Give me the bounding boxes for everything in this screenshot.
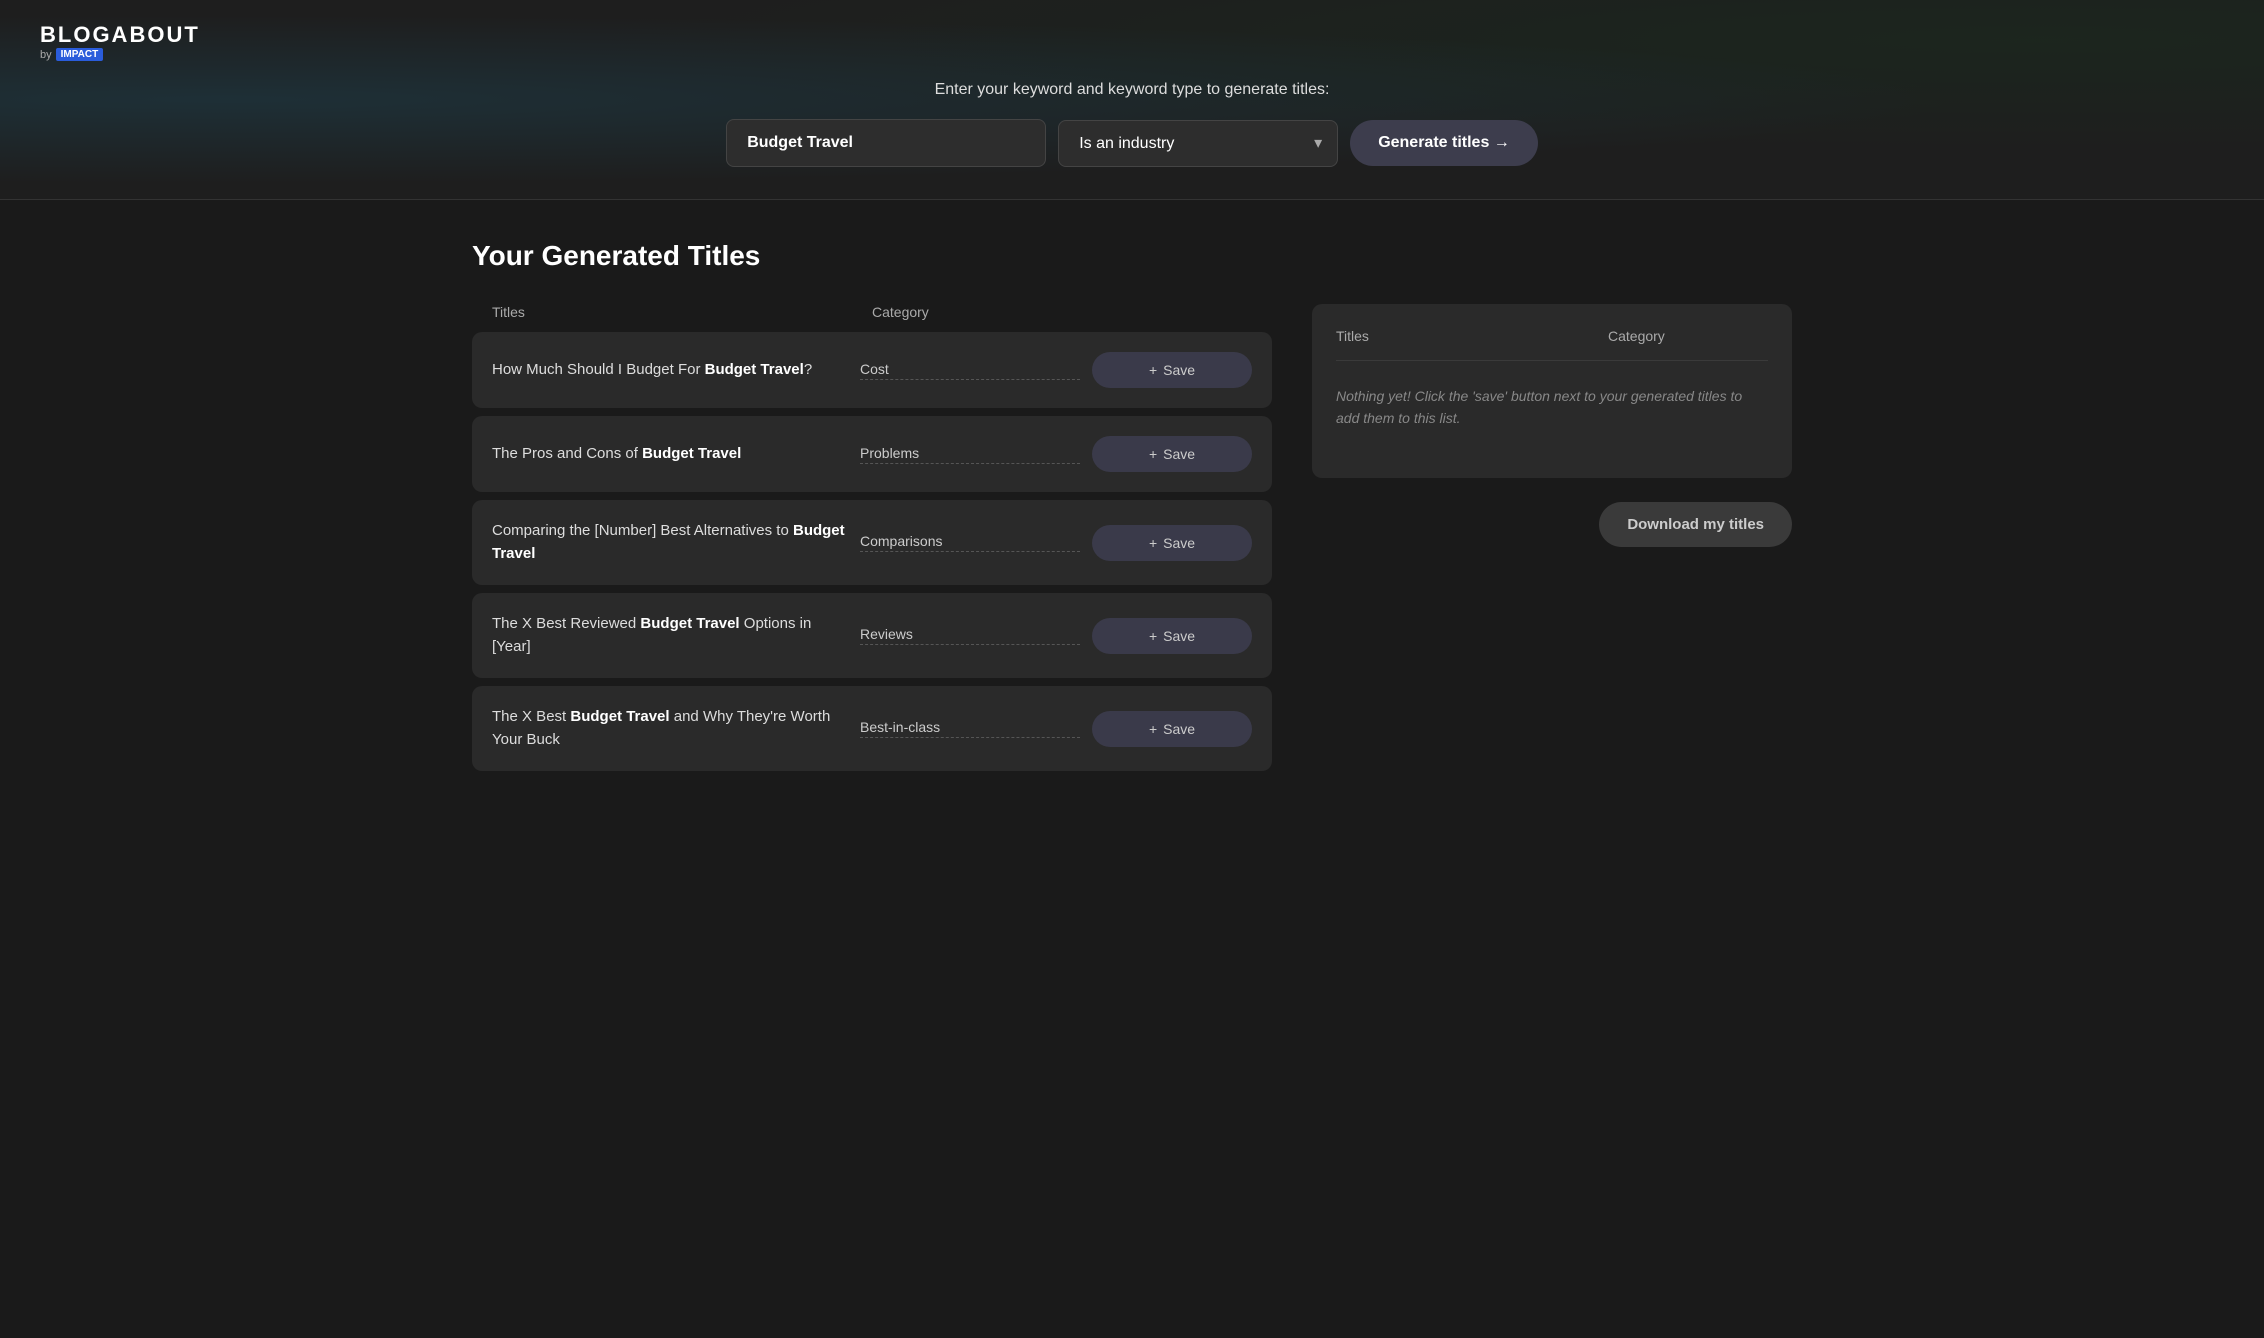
title-text-3: Comparing the [Number] Best Alternatives… [492,520,848,565]
keyword-type-select[interactable]: Is an industry Is a topic Is a person Is… [1058,120,1338,167]
table-row: The X Best Reviewed Budget Travel Option… [472,593,1272,678]
saved-empty-message: Nothing yet! Click the 'save' button nex… [1336,361,1768,454]
save-icon-5: + [1149,721,1157,737]
saved-column-headers: Titles Category [1336,328,1768,361]
save-icon-4: + [1149,628,1157,644]
table-row: Comparing the [Number] Best Alternatives… [472,500,1272,585]
category-label-5: Best-in-class [860,719,1080,738]
save-button-1[interactable]: + Save [1092,352,1252,388]
keyword-input[interactable] [726,119,1046,167]
save-icon-2: + [1149,446,1157,462]
col-header-titles: Titles [492,304,872,320]
download-button-label: Download my titles [1627,516,1764,533]
download-button[interactable]: Download my titles [1599,502,1792,547]
title-text-5: The X Best Budget Travel and Why They're… [492,706,848,751]
logo-name: BLOGABOUT [40,24,2224,46]
section-title: Your Generated Titles [472,240,1792,272]
main-content: Your Generated Titles Titles Category Ho… [432,200,1832,811]
save-label-3: Save [1163,535,1195,551]
generate-button[interactable]: Generate titles → [1350,120,1538,166]
save-label-5: Save [1163,721,1195,737]
category-label-2: Problems [860,445,1080,464]
header-subtitle: Enter your keyword and keyword type to g… [935,81,1330,99]
title-text-1: How Much Should I Budget For Budget Trav… [492,359,848,382]
title-rows-list: How Much Should I Budget For Budget Trav… [472,332,1272,771]
logo-by-label: by [40,49,52,61]
logo-by: by IMPACT [40,48,2224,61]
impact-badge: IMPACT [56,48,104,61]
saved-titles-panel: Titles Category Nothing yet! Click the '… [1312,304,1792,771]
category-label-4: Reviews [860,626,1080,645]
saved-col-titles: Titles [1336,328,1608,344]
save-button-3[interactable]: + Save [1092,525,1252,561]
save-button-2[interactable]: + Save [1092,436,1252,472]
keyword-type-wrapper: Is an industry Is a topic Is a person Is… [1058,120,1338,167]
title-text-2: The Pros and Cons of Budget Travel [492,443,848,466]
logo-area: BLOGABOUT by IMPACT [40,24,2224,61]
save-button-5[interactable]: + Save [1092,711,1252,747]
content-grid: Titles Category How Much Should I Budget… [472,304,1792,771]
table-row: How Much Should I Budget For Budget Trav… [472,332,1272,408]
save-label-4: Save [1163,628,1195,644]
header: BLOGABOUT by IMPACT Enter your keyword a… [0,0,2264,200]
save-button-4[interactable]: + Save [1092,618,1252,654]
generated-titles-panel: Titles Category How Much Should I Budget… [472,304,1272,771]
save-icon-3: + [1149,535,1157,551]
titles-column-headers: Titles Category [472,304,1272,332]
saved-titles-box: Titles Category Nothing yet! Click the '… [1312,304,1792,478]
category-label-1: Cost [860,361,1080,380]
col-header-action [1092,304,1252,320]
save-label-2: Save [1163,446,1195,462]
save-icon-1: + [1149,362,1157,378]
header-controls: Is an industry Is a topic Is a person Is… [726,119,1538,167]
generate-button-label: Generate titles → [1378,134,1510,152]
col-header-category: Category [872,304,1092,320]
title-text-4: The X Best Reviewed Budget Travel Option… [492,613,848,658]
table-row: The X Best Budget Travel and Why They're… [472,686,1272,771]
saved-col-category: Category [1608,328,1768,344]
save-label-1: Save [1163,362,1195,378]
category-label-3: Comparisons [860,533,1080,552]
table-row: The Pros and Cons of Budget Travel Probl… [472,416,1272,492]
header-content: Enter your keyword and keyword type to g… [40,81,2224,167]
